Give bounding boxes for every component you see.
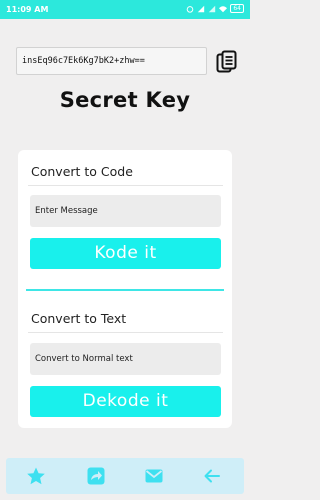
- encode-section-title: Convert to Code: [31, 164, 133, 179]
- share-button[interactable]: [86, 466, 106, 486]
- status-time: 11:09 AM: [6, 5, 49, 14]
- section-divider: [26, 289, 224, 291]
- wifi-icon: [219, 5, 228, 12]
- email-button[interactable]: [144, 466, 164, 486]
- secret-key-field[interactable]: insEq96c7Ek6Kg7bK2+zhw==: [16, 47, 207, 75]
- copy-button[interactable]: [215, 49, 239, 75]
- bottom-nav: [6, 458, 244, 494]
- dekode-it-button[interactable]: Dekode it: [30, 386, 221, 417]
- status-bar: 11:09 AM 64: [0, 0, 250, 19]
- signal-icon: [198, 5, 205, 12]
- back-button[interactable]: [202, 466, 222, 486]
- decode-section-title: Convert to Text: [31, 311, 127, 326]
- alarm-icon: [187, 5, 194, 13]
- message-input[interactable]: Enter Message: [30, 195, 221, 227]
- decode-divider: [28, 332, 223, 333]
- arrow-left-icon: [204, 469, 220, 483]
- page-title: Secret Key: [59, 88, 191, 112]
- battery-icon: 64: [230, 4, 244, 13]
- rate-button[interactable]: [26, 466, 46, 486]
- copy-icon: [216, 50, 237, 73]
- mail-icon: [145, 469, 163, 483]
- encode-divider: [28, 185, 223, 186]
- kode-it-button[interactable]: Kode it: [30, 238, 221, 269]
- code-input[interactable]: Convert to Normal text: [30, 343, 221, 375]
- status-icons: 64: [186, 4, 244, 13]
- converter-card: Convert to Code Enter Message Kode it Co…: [18, 150, 232, 428]
- star-icon: [27, 467, 45, 485]
- share-icon: [87, 467, 105, 485]
- signal-icon-2: [209, 5, 216, 12]
